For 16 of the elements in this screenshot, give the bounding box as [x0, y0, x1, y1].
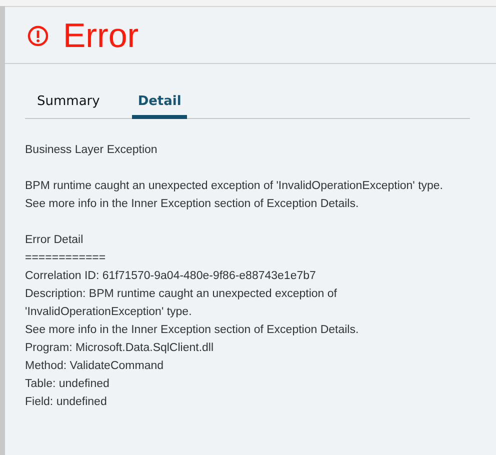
detail-text: Program: Microsoft.Data.SqlClient.dll	[25, 341, 215, 356]
detail-text: ============	[25, 251, 107, 266]
detail-text: See more info in the Inner Exception section of Exception Details.	[25, 323, 360, 338]
detail-text: Description: BPM runtime caught an unexpected exception of 'InvalidOperationException' type.	[25, 287, 338, 320]
detail-text: Business Layer Exception	[25, 143, 158, 158]
detail-text: See more info in the Inner Exception section of Exception Details.	[25, 197, 360, 212]
detail-text: Field: undefined	[25, 395, 108, 410]
detail-text: Correlation ID: 61f71570-9a04-480e-9f86-e88743e1e7b7	[25, 269, 317, 284]
detail-text: BPM runtime caught an unexpected exception of 'InvalidOperationException' type.	[25, 179, 444, 194]
tab[interactable]: Summary	[31, 90, 106, 119]
detail-text: Error Detail	[25, 233, 84, 248]
warning-icon	[27, 25, 49, 47]
tab[interactable]: Detail	[132, 90, 188, 119]
detail-text: Method: ValidateCommand	[25, 359, 164, 374]
dialog-title: Error	[63, 17, 139, 55]
detail-text: Table: undefined	[25, 377, 110, 392]
